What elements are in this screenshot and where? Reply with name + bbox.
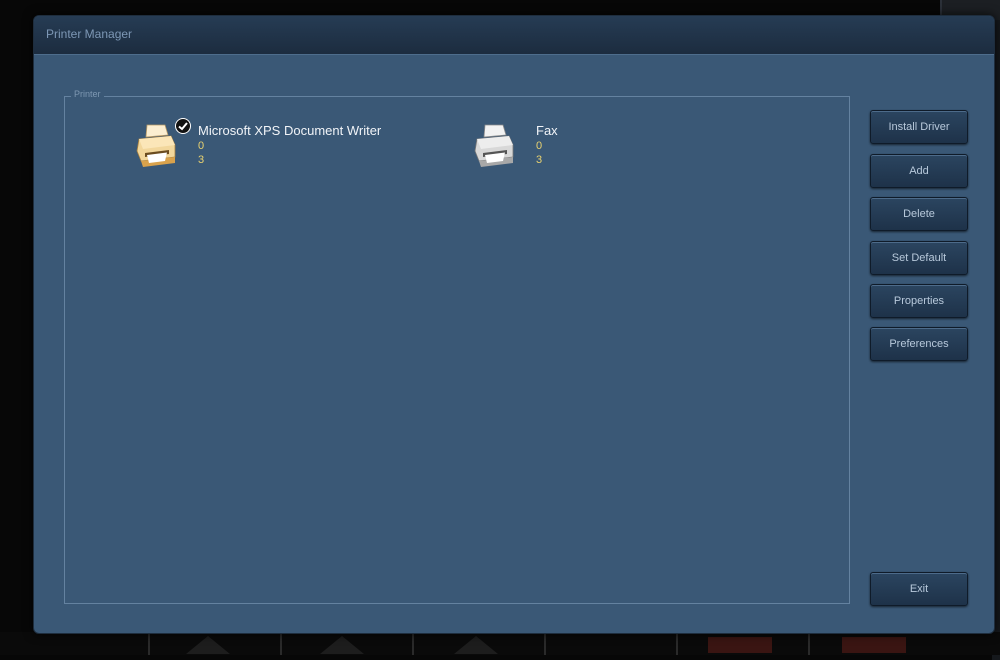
background-segment xyxy=(544,634,678,655)
background-red-block xyxy=(842,637,906,653)
printer-item-microsoft-xps[interactable]: Microsoft XPS Document Writer 0 3 xyxy=(135,118,435,173)
install-driver-button[interactable]: Install Driver xyxy=(870,110,968,144)
properties-button[interactable]: Properties xyxy=(870,284,968,318)
printer-jobs-count: 0 xyxy=(536,140,543,152)
background-toolbar xyxy=(0,632,1000,655)
printer-icon xyxy=(136,124,176,167)
printer-group: Printer Microsoft XPS Document Writer 0 … xyxy=(64,89,850,604)
add-button[interactable]: Add xyxy=(870,154,968,188)
dialog-title: Printer Manager xyxy=(46,27,133,41)
printer-jobs-count: 0 xyxy=(198,140,205,152)
printer-item-fax[interactable]: Fax 0 3 xyxy=(473,123,673,173)
printer-group-label: Printer xyxy=(71,89,104,99)
printer-status: 3 xyxy=(198,154,205,166)
background-triangle xyxy=(454,636,498,654)
printer-name: Fax xyxy=(536,123,558,138)
exit-button[interactable]: Exit xyxy=(870,572,968,606)
delete-button[interactable]: Delete xyxy=(870,197,968,231)
printer-name: Microsoft XPS Document Writer xyxy=(198,123,382,138)
preferences-button[interactable]: Preferences xyxy=(870,327,968,361)
dialog-titlebar[interactable]: Printer Manager xyxy=(34,16,994,55)
background-triangle xyxy=(320,636,364,654)
printer-manager-dialog: Printer Manager Printer Microsoft XPS Do… xyxy=(33,15,995,634)
fax-printer-icon xyxy=(474,124,514,167)
background-triangle xyxy=(186,636,230,654)
background-red-block xyxy=(708,637,772,653)
printer-status: 3 xyxy=(536,154,543,166)
set-default-button[interactable]: Set Default xyxy=(870,241,968,275)
default-check-icon xyxy=(175,118,191,134)
